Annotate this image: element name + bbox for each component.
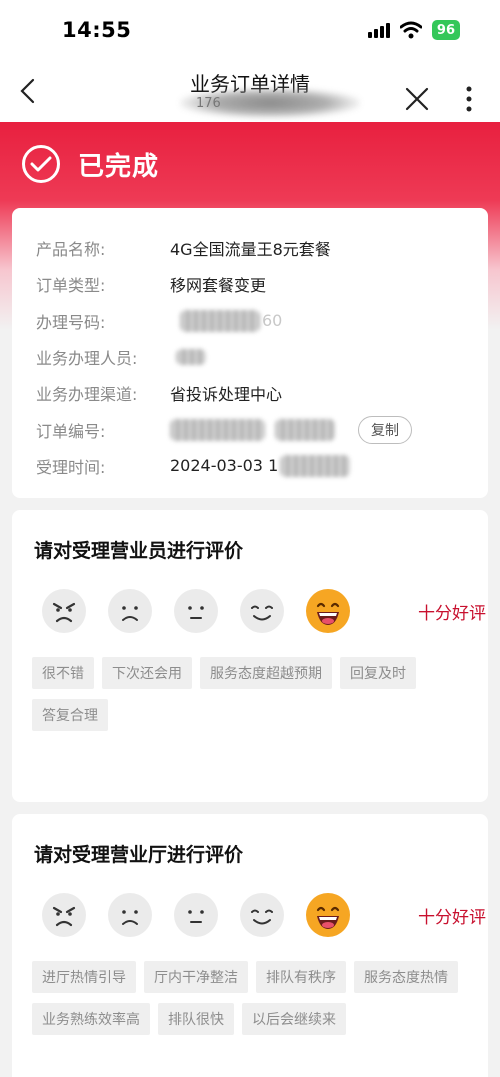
page-subtitle: 176 xyxy=(196,96,221,111)
redacted-area xyxy=(280,454,351,477)
order-status-banner: 已完成 xyxy=(22,140,159,188)
rating-tag[interactable]: 排队很快 xyxy=(158,1003,234,1035)
rating-tag[interactable]: 以后会继续来 xyxy=(242,1003,346,1035)
rating-tag[interactable]: 下次还会用 xyxy=(102,657,192,689)
grin-face-icon[interactable] xyxy=(306,893,350,937)
rating-tag[interactable]: 服务态度热情 xyxy=(354,961,458,993)
info-label: 业务办理人员: xyxy=(36,349,138,369)
rating-tag[interactable]: 厅内干净整洁 xyxy=(144,961,248,993)
smile-face-icon[interactable] xyxy=(240,893,284,937)
rating-tag[interactable]: 业务熟练效率高 xyxy=(32,1003,150,1035)
more-icon[interactable] xyxy=(462,84,476,114)
battery-level: 96 xyxy=(436,22,455,38)
redacted-area xyxy=(170,418,265,441)
status-time: 14:55 xyxy=(62,18,132,42)
info-row-accept-time: 受理时间: 2024-03-03 1 xyxy=(36,448,464,484)
redacted-area xyxy=(176,349,206,366)
rating-tag[interactable]: 进厅热情引导 xyxy=(32,961,136,993)
sad-face-icon[interactable] xyxy=(108,893,152,937)
hall-rating-card: 请对受理营业厅进行评价 十分好评 进厅热情引导 厅内干净整洁 排队有秩序 服务态… xyxy=(12,814,488,1077)
rating-tag[interactable]: 排队有秩序 xyxy=(256,961,346,993)
status-bar: 14:55 96 xyxy=(0,0,500,60)
info-label: 办理号码: xyxy=(36,312,106,332)
info-row-product: 产品名称: 4G全国流量王8元套餐 xyxy=(36,230,464,266)
rating-tags: 进厅热情引导 厅内干净整洁 排队有秩序 服务态度热情 业务熟练效率高 排队很快 … xyxy=(32,961,472,1035)
redacted-area xyxy=(275,418,335,441)
rating-tag[interactable]: 答复合理 xyxy=(32,699,108,731)
info-value: 60 xyxy=(262,311,283,331)
info-value: 4G全国流量王8元套餐 xyxy=(170,240,331,260)
info-label: 订单类型: xyxy=(36,276,106,296)
neutral-face-icon[interactable] xyxy=(174,589,218,633)
rating-title: 请对受理营业员进行评价 xyxy=(34,540,244,562)
rating-faces: 十分好评 xyxy=(32,581,488,651)
rating-result: 十分好评 xyxy=(418,908,486,928)
info-label: 产品名称: xyxy=(36,240,106,260)
rating-title: 请对受理营业厅进行评价 xyxy=(34,844,244,866)
smile-face-icon[interactable] xyxy=(240,589,284,633)
signal-icon xyxy=(367,22,390,38)
close-icon[interactable] xyxy=(404,86,430,112)
info-value: 省投诉处理中心 xyxy=(170,385,283,405)
grin-face-icon[interactable] xyxy=(306,589,350,633)
info-label: 受理时间: xyxy=(36,457,106,477)
neutral-face-icon[interactable] xyxy=(174,893,218,937)
status-icons: 96 xyxy=(367,20,460,40)
sad-face-icon[interactable] xyxy=(108,589,152,633)
rating-tag[interactable]: 回复及时 xyxy=(340,657,416,689)
rating-result: 十分好评 xyxy=(418,604,486,624)
rating-faces: 十分好评 xyxy=(32,885,488,955)
nav-bar: 业务订单详情 176 xyxy=(0,62,500,122)
info-row-phone-number: 办理号码: 60 xyxy=(36,303,464,339)
angry-face-icon[interactable] xyxy=(42,893,86,937)
info-row-order-type: 订单类型: 移网套餐变更 xyxy=(36,266,464,302)
rating-tag[interactable]: 服务态度超越预期 xyxy=(200,657,332,689)
order-info-card: 产品名称: 4G全国流量王8元套餐 订单类型: 移网套餐变更 办理号码: 60 … xyxy=(12,208,488,498)
info-row-staff: 业务办理人员: xyxy=(36,339,464,375)
order-status-text: 已完成 xyxy=(78,151,160,182)
battery-icon: 96 xyxy=(431,20,460,40)
wifi-icon xyxy=(399,21,422,39)
info-value: 2024-03-03 1 xyxy=(170,456,279,476)
info-label: 业务办理渠道: xyxy=(36,385,138,405)
info-label: 订单编号: xyxy=(36,421,106,441)
info-row-order-number: 订单编号: 复制 xyxy=(36,411,464,447)
rating-tags: 很不错 下次还会用 服务态度超越预期 回复及时 答复合理 xyxy=(32,657,472,731)
angry-face-icon[interactable] xyxy=(42,589,86,633)
info-value: 移网套餐变更 xyxy=(170,276,267,296)
staff-rating-card: 请对受理营业员进行评价 十分好评 很不错 下次还会用 服务态度超越预期 回复及时… xyxy=(12,510,488,802)
info-row-channel: 业务办理渠道: 省投诉处理中心 xyxy=(36,375,464,411)
redacted-area xyxy=(180,309,260,332)
check-circle-icon xyxy=(22,145,60,183)
rating-tag[interactable]: 很不错 xyxy=(32,657,94,689)
copy-button[interactable]: 复制 xyxy=(358,415,412,444)
